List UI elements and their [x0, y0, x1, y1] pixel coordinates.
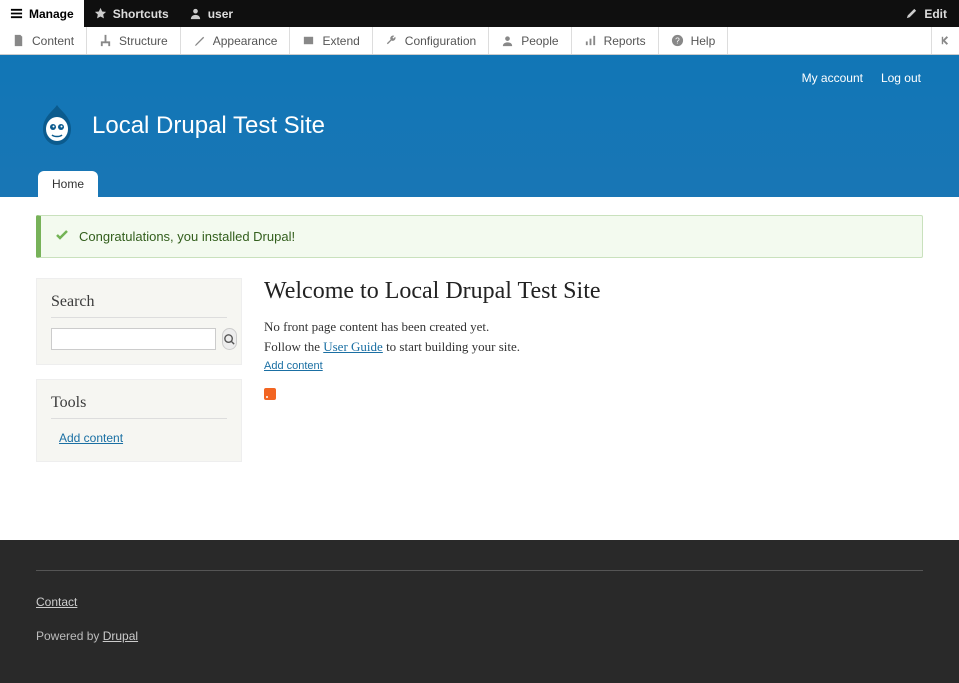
body-line1: No front page content has been created y…	[264, 319, 489, 334]
admin-structure[interactable]: Structure	[87, 27, 181, 54]
admin-people-label: People	[521, 34, 558, 48]
structure-icon	[99, 34, 112, 47]
manage-button[interactable]: Manage	[0, 0, 84, 27]
user-icon	[189, 7, 202, 20]
user-label: user	[208, 7, 233, 21]
admin-structure-label: Structure	[119, 34, 168, 48]
people-icon	[501, 34, 514, 47]
tools-block: Tools Add content	[36, 379, 242, 462]
user-button[interactable]: user	[179, 0, 243, 27]
admin-help-label: Help	[691, 34, 716, 48]
contact-link[interactable]: Contact	[36, 595, 77, 609]
admin-appearance-label: Appearance	[213, 34, 278, 48]
edit-button[interactable]: Edit	[905, 0, 947, 27]
rss-icon[interactable]	[264, 388, 276, 400]
search-icon	[223, 333, 236, 346]
drupal-logo-icon	[36, 103, 78, 149]
tab-home[interactable]: Home	[38, 171, 98, 197]
manage-label: Manage	[29, 7, 74, 21]
admin-extend[interactable]: Extend	[290, 27, 372, 54]
admin-help[interactable]: ? Help	[659, 27, 729, 54]
shortcuts-label: Shortcuts	[113, 7, 169, 21]
search-heading: Search	[51, 293, 227, 318]
admin-configuration-label: Configuration	[405, 34, 476, 48]
document-icon	[12, 34, 25, 47]
pencil-icon	[905, 7, 918, 20]
status-message: Congratulations, you installed Drupal!	[36, 215, 923, 258]
my-account-link[interactable]: My account	[802, 71, 863, 85]
admin-menu: Content Structure Appearance Extend Conf…	[0, 27, 959, 55]
puzzle-icon	[302, 34, 315, 47]
wrench-icon	[385, 34, 398, 47]
arrow-left-icon	[939, 34, 952, 47]
tools-add-content-link[interactable]: Add content	[51, 431, 123, 445]
admin-content-label: Content	[32, 34, 74, 48]
add-content-link[interactable]: Add content	[264, 360, 323, 372]
page-title: Welcome to Local Drupal Test Site	[264, 278, 923, 305]
check-icon	[55, 228, 69, 245]
status-text: Congratulations, you installed Drupal!	[79, 229, 295, 244]
admin-appearance[interactable]: Appearance	[181, 27, 291, 54]
toolbar-top: Manage Shortcuts user Edit	[0, 0, 959, 27]
star-icon	[94, 7, 107, 20]
admin-extend-label: Extend	[322, 34, 359, 48]
site-header: My account Log out Local Drupal Test Sit…	[0, 55, 959, 197]
tools-heading: Tools	[51, 394, 227, 419]
body-line2-prefix: Follow the	[264, 339, 323, 354]
orientation-toggle[interactable]	[931, 27, 959, 54]
user-guide-link[interactable]: User Guide	[323, 339, 383, 354]
search-block: Search	[36, 278, 242, 365]
body-line2-suffix: to start building your site.	[383, 339, 520, 354]
logout-link[interactable]: Log out	[881, 71, 921, 85]
site-title[interactable]: Local Drupal Test Site	[92, 112, 325, 140]
shortcuts-button[interactable]: Shortcuts	[84, 0, 179, 27]
search-input[interactable]	[51, 328, 216, 350]
help-icon: ?	[671, 34, 684, 47]
admin-content[interactable]: Content	[0, 27, 87, 54]
search-button[interactable]	[222, 328, 237, 350]
drupal-link[interactable]: Drupal	[103, 629, 138, 643]
admin-reports-label: Reports	[604, 34, 646, 48]
chart-icon	[584, 34, 597, 47]
admin-people[interactable]: People	[489, 27, 571, 54]
footer: Contact Powered by Drupal	[0, 540, 959, 683]
hamburger-icon	[10, 7, 23, 20]
footer-divider	[36, 570, 923, 571]
svg-text:?: ?	[675, 35, 680, 45]
powered-prefix: Powered by	[36, 629, 103, 643]
admin-reports[interactable]: Reports	[572, 27, 659, 54]
edit-label: Edit	[924, 7, 947, 21]
admin-configuration[interactable]: Configuration	[373, 27, 489, 54]
brush-icon	[193, 34, 206, 47]
